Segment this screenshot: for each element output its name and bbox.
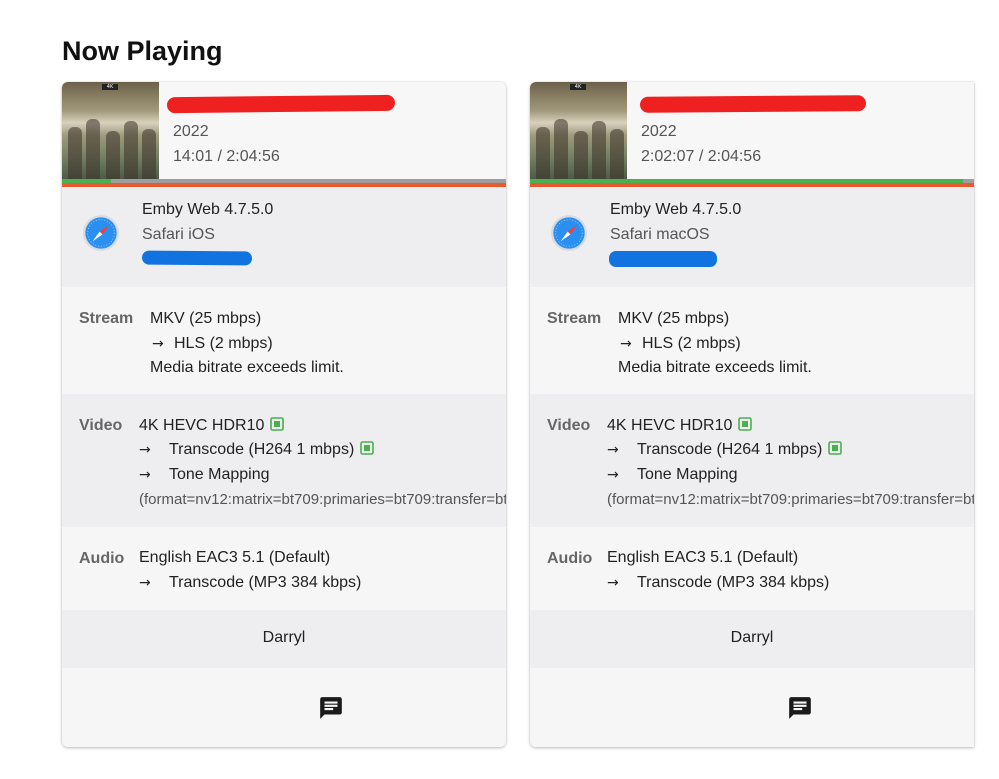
stream-info: Stream MKV (25 mbps) → HLS (2 mbps) Media…: [530, 287, 974, 394]
video-transcode: Transcode (H264 1 mbps): [637, 441, 823, 458]
redacted-user-info: [141, 250, 253, 266]
message-icon[interactable]: [318, 695, 344, 721]
hardware-accel-icon: [270, 417, 285, 431]
stream-target-line: → HLS (2 mbps): [618, 335, 741, 353]
audio-transcode-line: → Transcode (MP3 384 kbps): [139, 574, 361, 592]
hardware-accel-icon: [360, 441, 375, 455]
stream-target-line: → HLS (2 mbps): [150, 335, 273, 353]
media-year: 2022: [173, 123, 209, 140]
page-title: Now Playing: [62, 36, 223, 66]
stream-target: HLS (2 mbps): [642, 335, 741, 352]
session-actions: [530, 668, 974, 747]
session-header[interactable]: 4K 2022 14:01 / 2:04:56: [62, 82, 506, 179]
arrow-icon: →: [607, 442, 619, 458]
playback-time: 14:01 / 2:04:56: [173, 148, 280, 165]
client-device: Safari macOS: [610, 226, 710, 243]
video-tonemap: Tone Mapping: [637, 466, 738, 483]
playback-time: 2:02:07 / 2:04:56: [641, 148, 762, 165]
session-card: 4K 2022 14:01 / 2:04:56 Emby Web 4.7.5.0…: [62, 82, 506, 747]
stream-label: Stream: [547, 310, 602, 327]
safari-icon: [550, 214, 588, 252]
stream-reason: Media bitrate exceeds limit.: [150, 359, 344, 376]
client-info: Emby Web 4.7.5.0 Safari iOS: [62, 187, 506, 287]
audio-info: Audio English EAC3 5.1 (Default) → Transc…: [530, 527, 974, 610]
video-tonemap-line: → Tone Mapping: [139, 466, 270, 484]
audio-transcode-line: → Transcode (MP3 384 kbps): [607, 574, 829, 592]
stream-reason: Media bitrate exceeds limit.: [618, 359, 812, 376]
arrow-icon: →: [607, 575, 619, 591]
arrow-icon: →: [620, 336, 632, 352]
audio-source: English EAC3 5.1 (Default): [607, 549, 799, 566]
arrow-icon: →: [139, 442, 151, 458]
quality-badge: 4K: [570, 84, 586, 90]
video-label: Video: [79, 417, 123, 434]
stream-target: HLS (2 mbps): [174, 335, 273, 352]
arrow-icon: →: [152, 336, 164, 352]
stream-info: Stream MKV (25 mbps) → HLS (2 mbps) Media…: [62, 287, 506, 394]
video-tonemap-line: → Tone Mapping: [607, 466, 738, 484]
video-transcode-line: → Transcode (H264 1 mbps): [139, 441, 375, 459]
session-header[interactable]: 4K 2022 2:02:07 / 2:04:56: [530, 82, 974, 179]
media-year: 2022: [641, 123, 677, 140]
video-source-line: 4K HEVC HDR10: [607, 417, 753, 435]
session-user[interactable]: Darryl: [530, 610, 974, 668]
session-actions: [62, 668, 506, 747]
audio-info: Audio English EAC3 5.1 (Default) → Transc…: [62, 527, 506, 610]
client-app: Emby Web 4.7.5.0: [610, 201, 742, 218]
redacted-user-info: [609, 251, 717, 267]
message-icon[interactable]: [787, 695, 813, 721]
audio-label: Audio: [79, 550, 125, 567]
hardware-accel-icon: [828, 441, 843, 455]
session-card: 4K 2022 2:02:07 / 2:04:56 Emby Web 4.7.5…: [530, 82, 974, 747]
quality-badge: 4K: [102, 84, 118, 90]
redacted-title: [639, 95, 867, 113]
video-filter: (format=nv12:matrix=bt709:primaries=bt70…: [607, 491, 974, 508]
video-transcode: Transcode (H264 1 mbps): [169, 441, 355, 458]
movie-poster[interactable]: 4K: [530, 82, 627, 179]
video-transcode-line: → Transcode (H264 1 mbps): [607, 441, 843, 459]
arrow-icon: →: [139, 467, 151, 483]
video-tonemap: Tone Mapping: [169, 466, 270, 483]
movie-poster[interactable]: 4K: [62, 82, 159, 179]
video-source-line: 4K HEVC HDR10: [139, 417, 285, 435]
video-info: Video 4K HEVC HDR10 → Transcode (H264 1 m…: [530, 394, 974, 527]
video-label: Video: [547, 417, 591, 434]
video-source: 4K HEVC HDR10: [139, 417, 265, 434]
audio-source: English EAC3 5.1 (Default): [139, 549, 331, 566]
user-name[interactable]: Darryl: [62, 629, 506, 647]
client-device: Safari iOS: [142, 226, 215, 243]
hardware-accel-icon: [738, 417, 753, 431]
stream-source: MKV (25 mbps): [618, 310, 730, 327]
safari-icon: [82, 214, 120, 252]
user-name[interactable]: Darryl: [530, 629, 974, 647]
session-user[interactable]: Darryl: [62, 610, 506, 668]
client-info: Emby Web 4.7.5.0 Safari macOS: [530, 187, 974, 287]
stream-source: MKV (25 mbps): [150, 310, 262, 327]
redacted-title: [166, 94, 396, 114]
arrow-icon: →: [139, 575, 151, 591]
stream-label: Stream: [79, 310, 134, 327]
audio-label: Audio: [547, 550, 593, 567]
video-source: 4K HEVC HDR10: [607, 417, 733, 434]
audio-transcode: Transcode (MP3 384 kbps): [169, 574, 362, 591]
video-info: Video 4K HEVC HDR10 → Transcode (H264 1 m…: [62, 394, 506, 527]
client-app: Emby Web 4.7.5.0: [142, 201, 274, 218]
video-filter: (format=nv12:matrix=bt709:primaries=bt70…: [139, 491, 506, 508]
audio-transcode: Transcode (MP3 384 kbps): [637, 574, 830, 591]
arrow-icon: →: [607, 467, 619, 483]
